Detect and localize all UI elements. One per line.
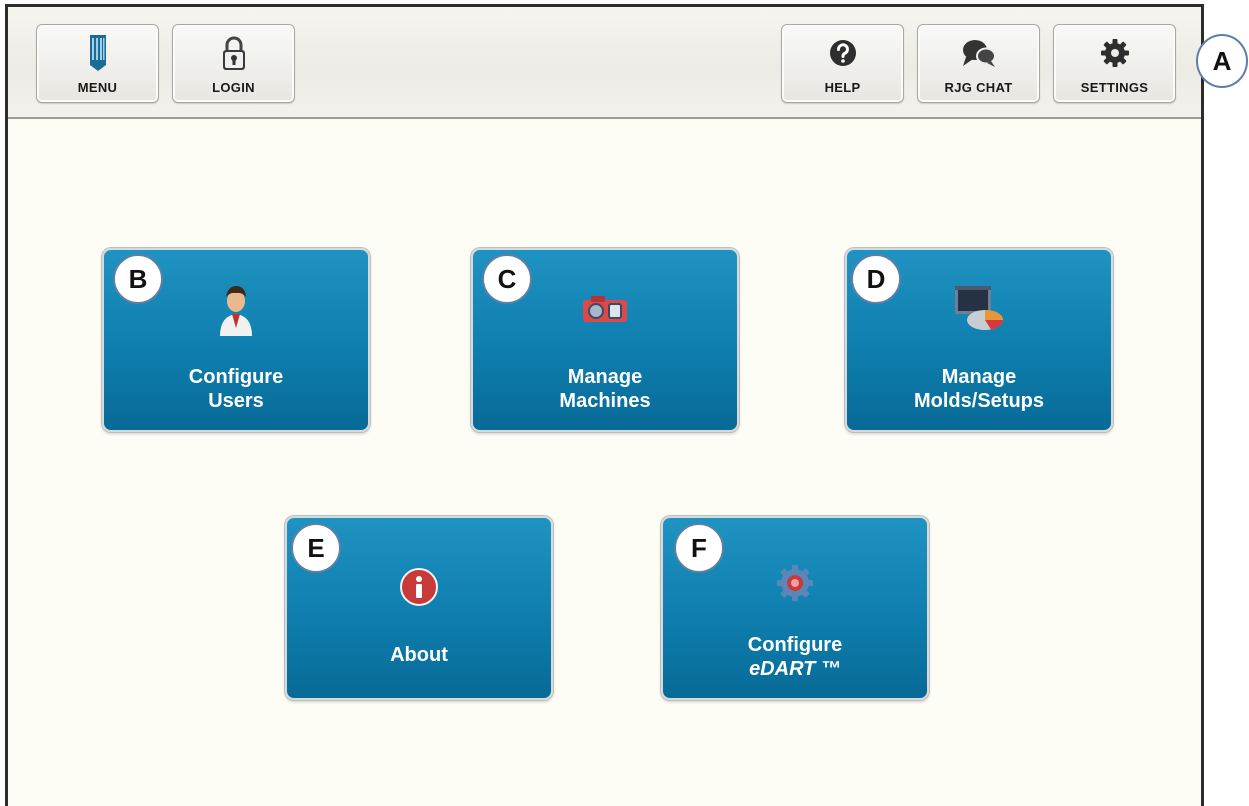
tile-label-line2: Molds/Setups	[913, 390, 1044, 412]
settings-label: SETTINGS	[1080, 80, 1149, 95]
menu-icon	[37, 35, 158, 71]
gear-icon	[1054, 35, 1175, 71]
tile-label-line1: Configure	[747, 634, 843, 656]
callout-f: F	[674, 523, 724, 573]
tile-label-line2: Users	[208, 390, 264, 412]
app-window: MENU LOGIN HELP RJG CHAT SETTINGS Config…	[5, 4, 1204, 806]
login-label: LOGIN	[212, 80, 255, 95]
help-icon	[782, 35, 903, 71]
callout-d: D	[851, 254, 901, 304]
chat-label: RJG CHAT	[944, 80, 1013, 95]
tile-label-line1: Configure	[188, 366, 284, 388]
chat-icon	[918, 35, 1039, 71]
callout-a: A	[1196, 34, 1248, 88]
help-button[interactable]: HELP	[781, 24, 904, 103]
tile-label-line1: Manage	[941, 366, 1017, 388]
menu-button[interactable]: MENU	[36, 24, 159, 103]
callout-e: E	[291, 523, 341, 573]
top-toolbar: MENU LOGIN HELP RJG CHAT SETTINGS	[8, 7, 1201, 119]
tile-label-line1: About	[390, 644, 448, 666]
menu-label: MENU	[77, 80, 118, 95]
lock-icon	[173, 35, 294, 71]
rjg-chat-button[interactable]: RJG CHAT	[917, 24, 1040, 103]
tile-label-line2: Machines	[559, 390, 651, 412]
callout-b: B	[113, 254, 163, 304]
callout-c: C	[482, 254, 532, 304]
login-button[interactable]: LOGIN	[172, 24, 295, 103]
settings-button[interactable]: SETTINGS	[1053, 24, 1176, 103]
tile-label-line1: Manage	[567, 366, 643, 388]
tile-label-line2: eDART ™	[749, 658, 841, 680]
help-label: HELP	[824, 80, 861, 95]
